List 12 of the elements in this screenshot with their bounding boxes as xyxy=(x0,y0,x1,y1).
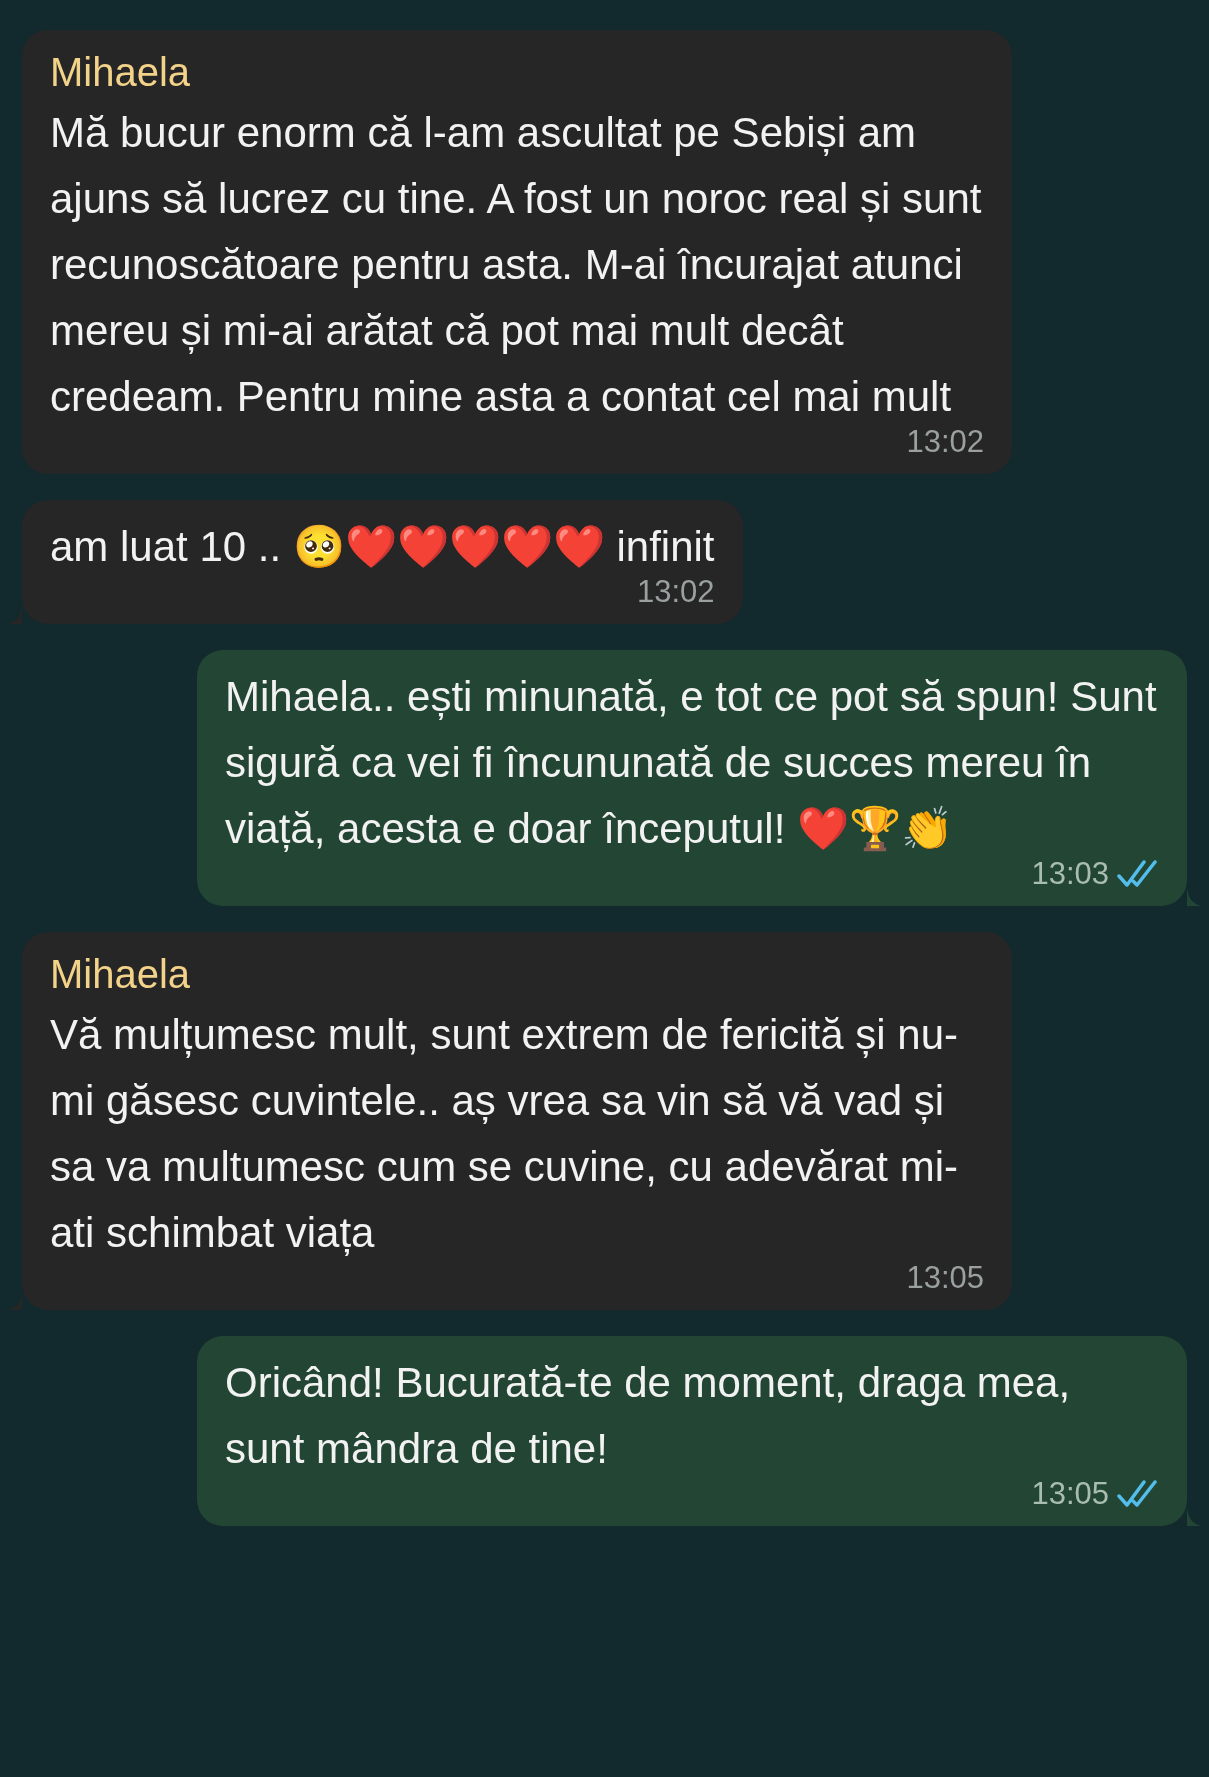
message-time: 13:05 xyxy=(906,1259,984,1297)
message-time: 13:03 xyxy=(1031,855,1109,893)
message-text: Oricând! Bucurată-te de moment, draga mea, sunt mândra de tine! xyxy=(225,1358,1072,1474)
sender-name: Mihaela xyxy=(50,49,192,96)
message-text: Mă bucur enorm că l-am ascultat pe Sebiși am ajuns să lucrez cu tine. A fost un noroc real și sunt recunoscătoare pentru asta. M-ai încurajat atunci mereu și mi-ai arătat că pot mai mult decât credeam. Pentru mine asta a contat cel mai mult xyxy=(50,108,983,422)
message-text: Mihaela.. ești minunată, e tot ce pot să spun! Sunt sigură ca vei fi încununată de succes mereu în viață, acesta e doar începutul! ❤🏆👏 xyxy=(225,672,1158,854)
message-text: am luat 10 .. 🥺❤❤❤❤❤ infinit xyxy=(50,522,715,572)
message-time: 13:02 xyxy=(906,423,984,461)
message-time: 13:05 xyxy=(1031,1475,1109,1513)
message-time: 13:02 xyxy=(636,573,715,611)
sender-name: Mihaela xyxy=(50,951,192,998)
message-text: Vă mulțumesc mult, sunt extrem de fericită și nu-mi găsesc cuvintele.. aș vrea sa vin să vă vad și sa va multumesc cum se cuvine, cu adevărat mi-ati schimbat viața xyxy=(50,1010,959,1258)
